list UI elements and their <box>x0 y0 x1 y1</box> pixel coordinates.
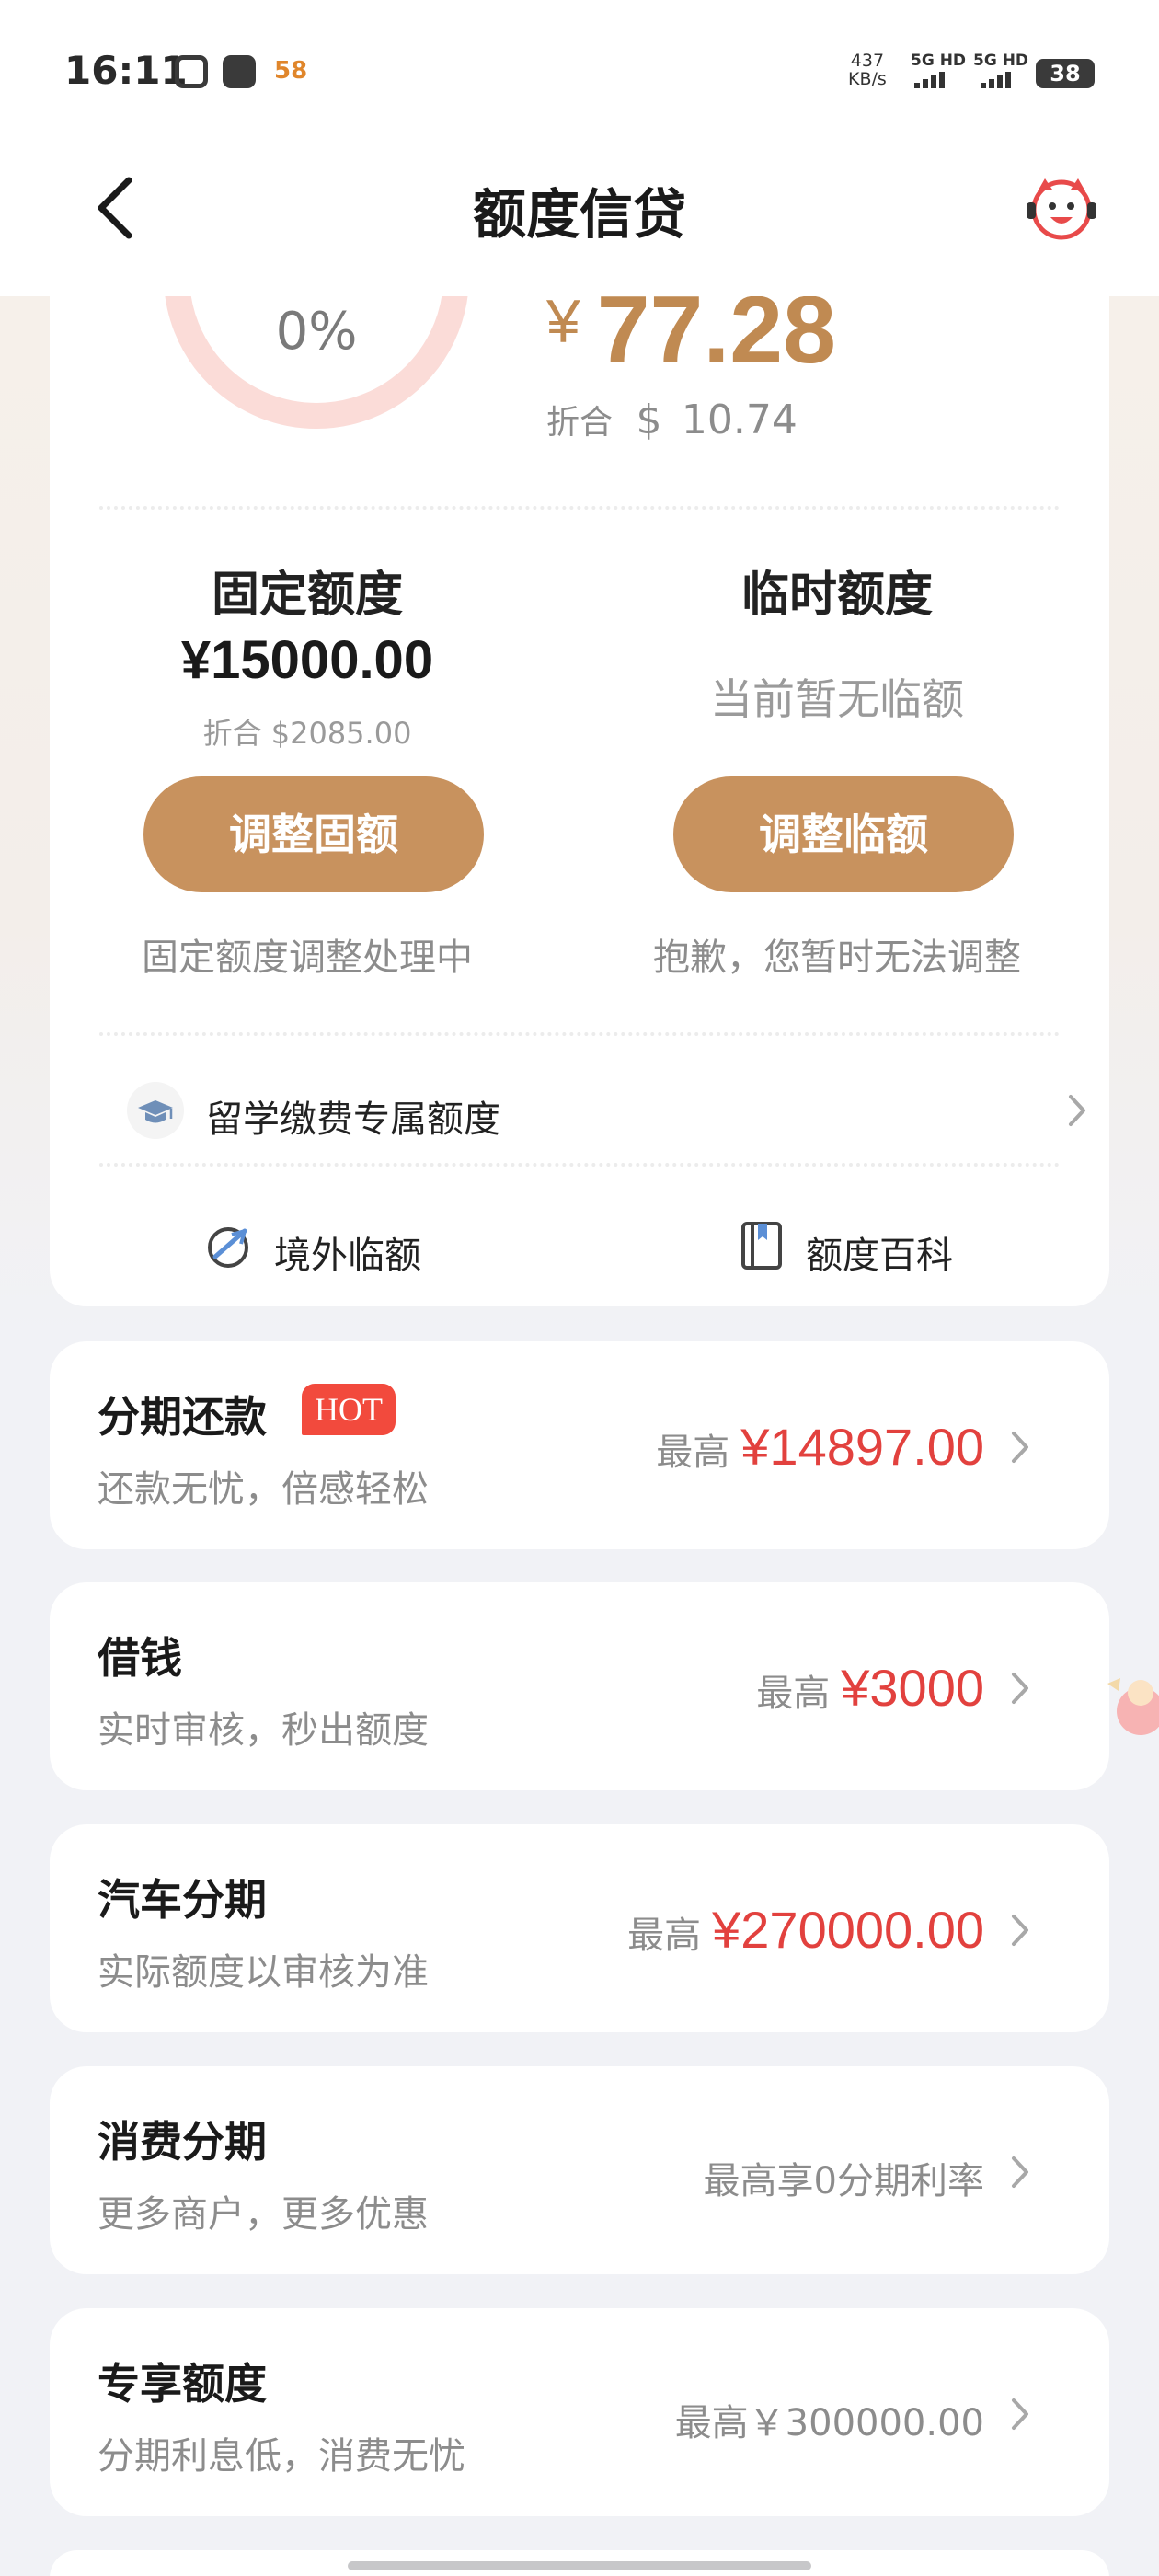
fixed-limit-converted: 折合 $2085.00 <box>202 716 412 751</box>
message-icon <box>223 55 256 88</box>
temporary-limit-status: 当前暂无临额 <box>710 674 964 724</box>
plane-globe-icon <box>208 1227 248 1268</box>
study-abroad-label: 留学缴费专属额度 <box>206 1098 500 1141</box>
chevron-right-icon <box>1012 1432 1028 1463</box>
product-card-car-installment[interactable]: 汽车分期 实际额度以审核为准 最高 ¥270000.00 <box>50 1824 1109 2032</box>
net-speed: 437 KB/s <box>848 52 887 88</box>
status-bar: 16:11 58 437 KB/s 5G HD 5G HD 38 <box>0 0 1159 138</box>
temporary-limit-note: 抱歉，您暂时无法调整 <box>653 937 1021 979</box>
product-max-prefix: 最高 <box>656 1432 730 1474</box>
hot-badge: HOT <box>302 1384 396 1435</box>
divider <box>99 1163 1060 1167</box>
page-title: 额度信贷 <box>472 183 686 246</box>
status-time: 16:11 <box>64 48 188 93</box>
graduation-cap-icon <box>127 1082 184 1139</box>
product-subtitle: 还款无忧，倍感轻松 <box>98 1468 429 1511</box>
product-subtitle: 实时审核，秒出额度 <box>98 1709 429 1752</box>
product-title: 汽车分期 <box>98 1875 267 1925</box>
product-subtitle: 更多商户，更多优惠 <box>98 2193 429 2236</box>
product-max-prefix: 最高 <box>756 1673 831 1715</box>
product-subtitle: 分期利息低，消费无忧 <box>98 2435 465 2478</box>
product-card-borrow[interactable]: 借钱 实时审核，秒出额度 最高 ¥3000 <box>50 1582 1109 1790</box>
chevron-right-icon <box>1012 2398 1028 2430</box>
fixed-limit-note: 固定额度调整处理中 <box>142 937 473 979</box>
customer-service-mascot-icon[interactable] <box>1025 171 1098 245</box>
sim2-label: 5G HD <box>973 52 1029 70</box>
app-badge-icon: 58 <box>274 57 308 85</box>
usage-percent: 0% <box>275 302 358 362</box>
product-max-value: ¥270000.00 <box>712 1901 984 1959</box>
net-speed-unit: KB/s <box>848 69 887 89</box>
product-card-consumer-installment[interactable]: 消费分期 更多商户，更多优惠 最高享0分期利率 <box>50 2066 1109 2274</box>
converted-prefix: 折合 <box>546 404 614 442</box>
book-icon <box>741 1222 782 1270</box>
signal-icon <box>981 72 1011 88</box>
adjust-temporary-button[interactable]: 调整临额 <box>673 776 1014 892</box>
quick-link-label: 额度百科 <box>806 1235 953 1277</box>
chevron-right-icon <box>1069 1095 1085 1126</box>
product-title: 借钱 <box>98 1633 182 1683</box>
divider <box>99 1032 1060 1036</box>
quick-link-overseas-temp[interactable]: 境外临额 <box>204 1213 480 1286</box>
fixed-limit-amount: ¥15000.00 <box>180 630 434 690</box>
sim1-label: 5G HD <box>911 52 967 70</box>
currency-symbol: ¥ <box>546 287 580 355</box>
product-card-exclusive-limit[interactable]: 专享额度 分期利息低，消费无忧 最高￥300000.00 <box>50 2308 1109 2516</box>
quick-link-label: 境外临额 <box>274 1235 421 1277</box>
chevron-right-icon <box>1012 2156 1028 2188</box>
converted-currency: $ <box>636 397 662 443</box>
battery-icon: 38 <box>1036 59 1095 88</box>
product-subtitle: 实际额度以审核为准 <box>98 1951 429 1994</box>
study-abroad-limit-row[interactable]: 留学缴费专属额度 <box>127 1069 1085 1152</box>
divider <box>99 506 1060 510</box>
converted-value: 10.74 <box>681 397 798 443</box>
chevron-right-icon <box>1012 1673 1028 1704</box>
floating-promo-icon[interactable] <box>1104 1656 1159 1766</box>
product-max: 最高 ¥14897.00 <box>656 1417 984 1477</box>
product-max-text: 最高￥300000.00 <box>674 2402 984 2444</box>
top-bar: 16:11 58 437 KB/s 5G HD 5G HD 38 额度信贷 <box>0 0 1159 296</box>
credit-summary-card: 0% ¥77.28 折合 $ 10.74 固定额度 ¥15000.00 折合 $… <box>50 285 1109 1306</box>
temporary-limit-title: 临时额度 <box>740 568 933 623</box>
chevron-right-icon <box>1012 1915 1028 1946</box>
quick-link-limit-wiki[interactable]: 额度百科 <box>736 1213 1012 1286</box>
product-max-prefix: 最高 <box>627 1915 702 1957</box>
product-title: 专享额度 <box>98 2359 267 2409</box>
product-title: 分期还款 <box>98 1392 267 1442</box>
home-indicator[interactable] <box>348 2561 811 2570</box>
product-title: 消费分期 <box>98 2117 267 2167</box>
product-max: 最高 ¥3000 <box>756 1658 984 1718</box>
converted-amount: 折合 $ 10.74 <box>546 396 798 443</box>
product-max-value: ¥14897.00 <box>740 1418 984 1476</box>
signal-icon <box>914 72 945 88</box>
product-max-text: 最高享0分期利率 <box>703 2160 984 2202</box>
notification-icon <box>175 55 208 88</box>
product-max: 最高享0分期利率 <box>704 2151 984 2204</box>
fixed-limit-title: 固定额度 <box>211 568 403 623</box>
amount-value: 77.28 <box>596 285 836 384</box>
adjust-fixed-button[interactable]: 调整固额 <box>143 776 484 892</box>
available-amount: ¥77.28 <box>546 285 836 385</box>
product-max: 最高 ¥270000.00 <box>627 1900 984 1960</box>
net-speed-value: 437 <box>850 51 885 71</box>
product-max-value: ¥3000 <box>841 1659 984 1717</box>
product-card-installment-repay[interactable]: 分期还款 HOT 还款无忧，倍感轻松 最高 ¥14897.00 <box>50 1341 1109 1549</box>
product-max: 最高￥300000.00 <box>675 2393 984 2446</box>
